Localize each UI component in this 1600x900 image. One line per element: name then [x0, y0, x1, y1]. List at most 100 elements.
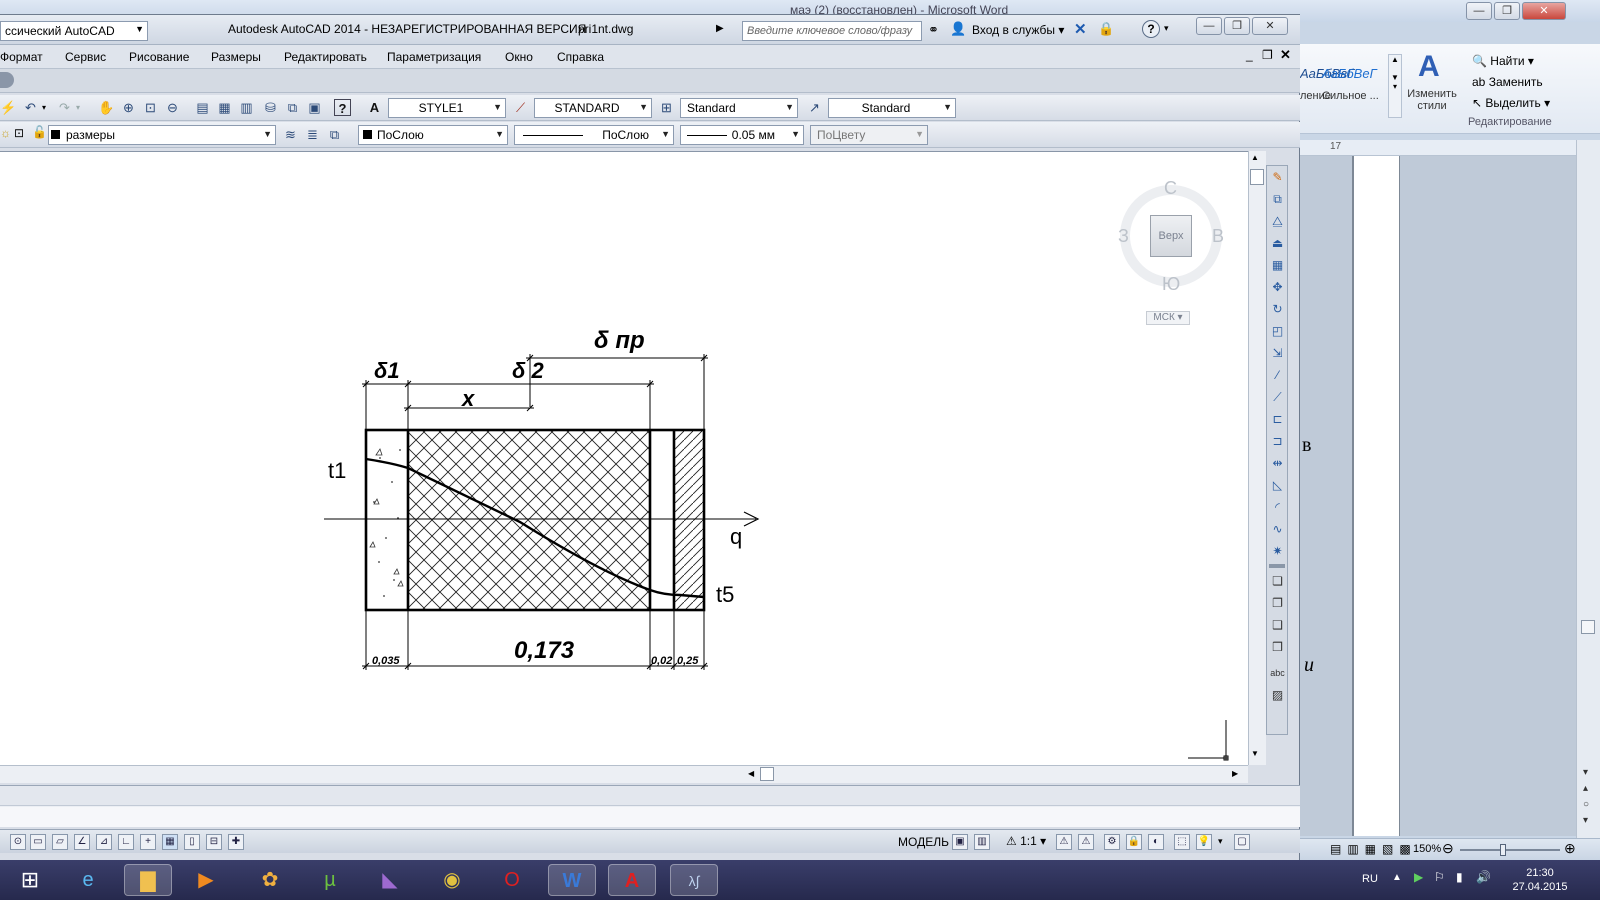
dynamic-input-icon[interactable]: +	[140, 834, 156, 850]
lineweight-select[interactable]: 0.05 мм ▼	[680, 125, 804, 145]
view-buttons-icon[interactable]: ▤▥▦▧▩	[1330, 842, 1417, 856]
opera-icon[interactable]: O	[488, 864, 536, 896]
break-icon[interactable]: ⊐	[1270, 434, 1285, 449]
strip-handle-icon[interactable]	[0, 72, 14, 88]
pan-icon[interactable]: ✋	[98, 99, 115, 116]
doc-close-icon[interactable]: ✕	[1280, 47, 1291, 63]
draw-order-front-icon[interactable]: ❏	[1270, 574, 1285, 589]
zoom-realtime-icon[interactable]: ⊕	[120, 99, 137, 116]
help-dropdown-icon[interactable]: ▾	[1164, 23, 1169, 34]
otrack-icon[interactable]: ∟	[118, 834, 134, 850]
tray-expand-icon[interactable]: ▲	[1392, 872, 1402, 883]
word-vertical-scrollbar[interactable]: ▾ ▴ ○ ▾	[1576, 140, 1600, 840]
paint-icon[interactable]: ✿	[246, 864, 294, 896]
mirror-icon[interactable]: ⧋	[1270, 214, 1285, 229]
properties-icon[interactable]: ▤	[194, 99, 211, 116]
tool-palettes-icon[interactable]: ▥	[238, 99, 255, 116]
scroll-up-icon[interactable]: ▲	[1251, 153, 1259, 162]
table-style-icon[interactable]: ⊞	[658, 99, 675, 116]
freeze-icon[interactable]: ⊡	[14, 126, 24, 140]
layer-properties-icon[interactable]: ≋	[282, 126, 299, 143]
status-menu-icon[interactable]: ▾	[1218, 836, 1223, 847]
canvas-hscroll-thumb[interactable]	[760, 767, 774, 781]
word-page[interactable]	[1352, 156, 1400, 836]
zoom-window-icon[interactable]: ⊡	[142, 99, 159, 116]
change-styles-icon[interactable]: A	[1418, 50, 1440, 84]
chamfer-icon[interactable]: ◺	[1270, 478, 1285, 493]
workspace-combo[interactable]: ссический AutoCAD ▼	[0, 21, 148, 41]
word-style-strong[interactable]: АаБбВеГ	[1322, 66, 1377, 81]
search-input[interactable]: Введите ключевое слово/фразу	[742, 21, 922, 41]
table-style-select[interactable]: Standard ▼	[680, 98, 798, 118]
rotate-icon[interactable]: ↻	[1270, 302, 1285, 317]
change-styles-label[interactable]: Изменить стили	[1404, 88, 1460, 112]
select-button[interactable]: ↖ Выделить ▾	[1472, 96, 1550, 110]
grid-icon[interactable]: ▭	[30, 834, 46, 850]
doc-minimize-icon[interactable]: _	[1246, 48, 1253, 62]
scroll-left-icon[interactable]: ◀	[748, 769, 754, 778]
menu-parametric[interactable]: Параметризация	[387, 50, 481, 64]
viewcube-west[interactable]: З	[1118, 226, 1129, 247]
break-at-point-icon[interactable]: ⊏	[1270, 412, 1285, 427]
offset-icon[interactable]: ⏏	[1270, 236, 1285, 251]
doc-restore-icon[interactable]: ❐	[1262, 48, 1273, 62]
stretch-icon[interactable]: ⇲	[1270, 346, 1285, 361]
word-taskbar-icon[interactable]: W	[548, 864, 596, 896]
menu-modify[interactable]: Редактировать	[284, 50, 367, 64]
menu-window[interactable]: Окно	[505, 50, 533, 64]
internet-explorer-icon[interactable]: e	[64, 864, 112, 896]
dim-style-select[interactable]: STANDARD ▼	[534, 98, 652, 118]
zoom-slider[interactable]	[1460, 849, 1560, 851]
word-minimize-button[interactable]: —	[1466, 2, 1492, 20]
plot-style-select[interactable]: ПоЦвету ▼	[810, 125, 928, 145]
ortho-icon[interactable]: ▱	[52, 834, 68, 850]
quickcalc-icon[interactable]: ▣	[306, 99, 323, 116]
design-center-icon[interactable]: ▦	[216, 99, 233, 116]
tray-app-icon[interactable]: ⚐	[1434, 870, 1445, 884]
ucs-menu[interactable]: МСК ▾	[1146, 311, 1190, 325]
quick-view-drawings-icon[interactable]: ▥	[974, 834, 990, 850]
extend-icon[interactable]: ⟋	[1270, 390, 1285, 405]
command-input[interactable]	[0, 807, 1300, 827]
copy-icon[interactable]: ⧉	[1270, 192, 1285, 207]
expand-arrow-icon[interactable]: ▶	[716, 23, 724, 34]
text-style-icon[interactable]: A	[366, 99, 383, 116]
replace-button[interactable]: ab Заменить	[1472, 75, 1543, 89]
login-button[interactable]: Вход в службы ▾	[972, 23, 1064, 37]
sun-icon[interactable]: ☼	[0, 126, 11, 140]
clock[interactable]: 21:30 27.04.2015	[1510, 866, 1570, 894]
layer-lock-icon[interactable]: 🔓	[32, 125, 47, 139]
word-page-nav[interactable]: ▾ ▴ ○ ▾	[1583, 765, 1589, 829]
markup-icon[interactable]: ⧉	[284, 99, 301, 116]
match-properties-icon[interactable]: ⚡	[0, 99, 17, 116]
mathcad-taskbar-icon[interactable]: λ∫	[670, 864, 718, 896]
menu-help[interactable]: Справка	[557, 50, 604, 64]
file-explorer-icon[interactable]: ▇	[124, 864, 172, 896]
zoom-out-icon[interactable]: ⊖	[1442, 840, 1454, 857]
styles-gallery-scroll[interactable]: ▲ ▼ ▾	[1388, 54, 1402, 118]
toolbar-lock-icon[interactable]: 🔒	[1126, 834, 1142, 850]
annotation-scale-button[interactable]: ⚠ 1:1 ▾	[1006, 834, 1046, 848]
snap-icon[interactable]: ⊙	[10, 834, 26, 850]
quick-view-layouts-icon[interactable]: ▣	[952, 834, 968, 850]
dim-style-icon[interactable]: ⟋	[512, 99, 529, 116]
undo-dropdown-icon[interactable]: ▾	[42, 103, 46, 112]
menu-service[interactable]: Сервис	[65, 50, 106, 64]
layer-select[interactable]: размеры ▼	[48, 125, 276, 145]
visual-studio-icon[interactable]: ◣	[366, 864, 414, 896]
command-line[interactable]	[0, 785, 1300, 827]
hardware-acceleration-icon[interactable]: ◐	[1148, 834, 1164, 850]
exchange-icon[interactable]: ✕	[1074, 20, 1087, 38]
bring-above-icon[interactable]: ❑	[1270, 618, 1285, 633]
viewcube-east[interactable]: В	[1212, 226, 1224, 247]
auto-scale-icon[interactable]: ⚠	[1078, 834, 1094, 850]
layer-previous-icon[interactable]: ⧉	[326, 126, 343, 143]
blend-curves-icon[interactable]: ∿	[1270, 522, 1285, 537]
color-select[interactable]: ПоСлою ▼	[358, 125, 508, 145]
word-scroll-thumb[interactable]	[1581, 620, 1595, 634]
find-button[interactable]: 🔍 Найти ▾	[1472, 54, 1534, 68]
multileader-style-select[interactable]: Standard ▼	[828, 98, 956, 118]
zoom-slider-thumb[interactable]	[1500, 844, 1506, 856]
scroll-right-icon[interactable]: ▶	[1232, 769, 1238, 778]
utorrent-icon[interactable]: µ	[306, 864, 354, 896]
